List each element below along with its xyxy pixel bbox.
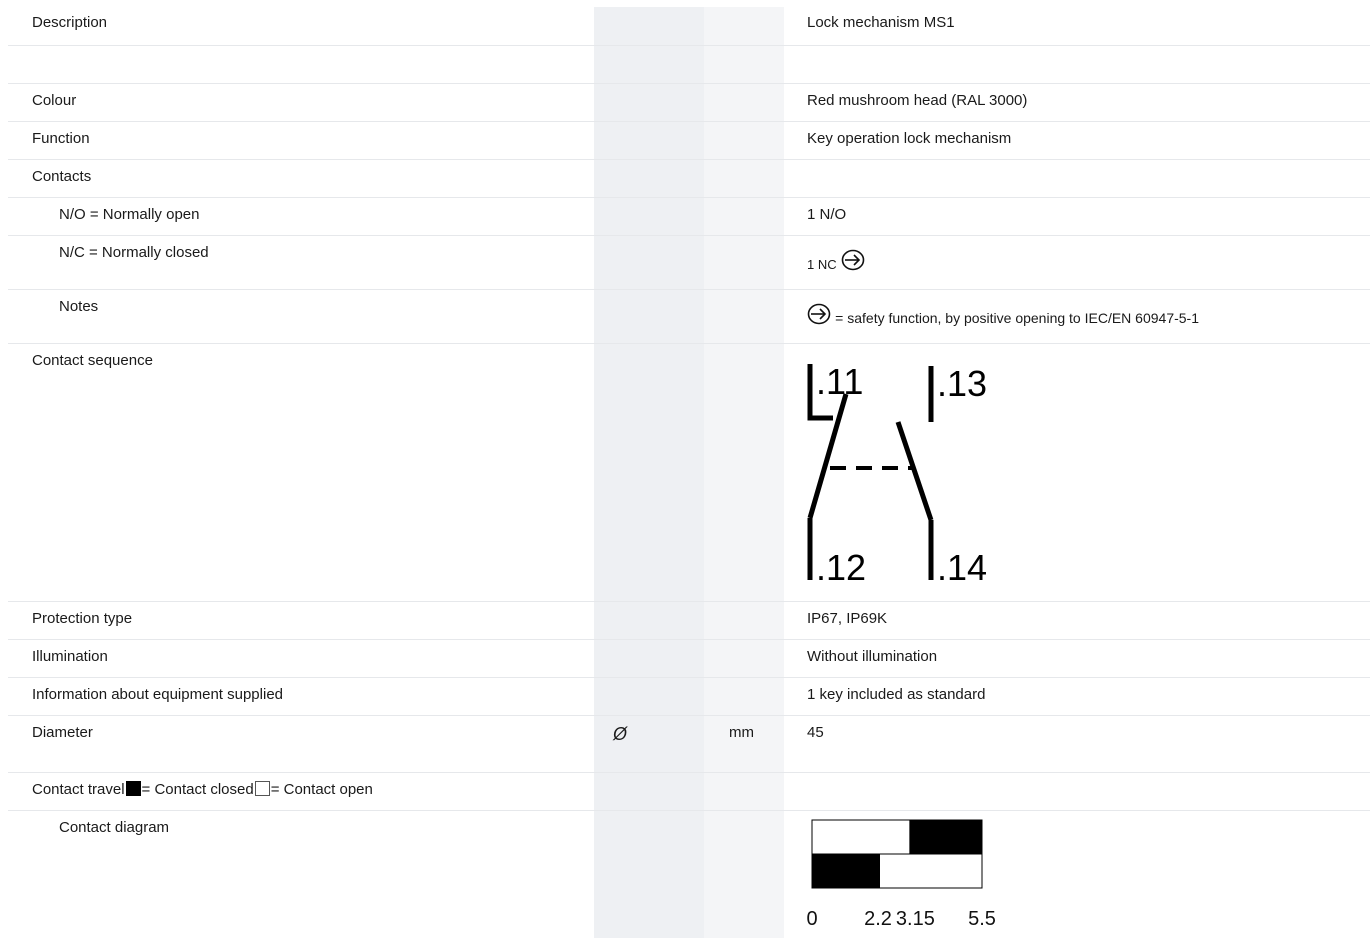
row-label: Notes: [59, 298, 99, 315]
contact-sequence-diagram: .11 .13 .12 .14: [807, 361, 987, 588]
row-label: Information about equipment supplied: [32, 686, 284, 703]
row-label: Contact sequence: [32, 352, 153, 369]
travel-tick-label: 5.5: [968, 908, 996, 930]
row-label: Description: [32, 14, 108, 31]
terminal-label: .13: [937, 363, 987, 404]
travel-tick-label: 3.15: [896, 908, 935, 930]
row-label: N/C = Normally closed: [59, 244, 209, 261]
terminal-label: .11: [816, 361, 863, 402]
row-illumination: Illumination Without illumination: [8, 640, 1370, 678]
row-label: Contacts: [32, 168, 92, 185]
spec-table: Description Lock mechanism MS1 Colour Re…: [8, 7, 1370, 938]
row-notes: Notes = safety function, by positive ope…: [8, 290, 1370, 344]
closed-legend-swatch: [125, 781, 141, 796]
contact-travel-diagram: 0 2.2 3.15 5.5: [806, 819, 996, 930]
row-label: Illumination: [32, 648, 108, 665]
row-value: 1 key included as standard: [807, 686, 986, 703]
row-label: Function: [32, 130, 90, 147]
row-value: IP67, IP69K: [807, 610, 888, 627]
open-legend-text: = Contact open: [270, 781, 373, 798]
row-contact-travel: Contact travel = Contact closed = Contact …: [8, 773, 1370, 811]
row-empty: [8, 46, 1370, 84]
top-contact-closed-bar: [909, 820, 982, 854]
travel-tick-label: 0: [806, 908, 817, 930]
closed-legend-text: = Contact closed: [141, 781, 254, 798]
terminal-label: .12: [816, 547, 866, 588]
travel-label: Contact travel: [32, 781, 125, 798]
row-protection-type: Protection type IP67, IP69K: [8, 602, 1370, 640]
row-value: 1 NC: [807, 236, 865, 274]
row-colour: Colour Red mushroom head (RAL 3000): [8, 84, 1370, 122]
row-value: 1 N/O: [807, 206, 847, 223]
row-diameter: Diameter Ø mm 45: [8, 716, 1370, 773]
row-normally-open: N/O = Normally open 1 N/O: [8, 198, 1370, 236]
row-value: 45: [807, 724, 824, 741]
bottom-contact-closed-bar: [812, 854, 880, 888]
no-blade: [895, 421, 934, 521]
row-equipment-supplied: Information about equipment supplied 1 k…: [8, 678, 1370, 716]
row-description: Description Lock mechanism MS1: [8, 7, 1370, 46]
row-label: Colour: [32, 92, 77, 109]
row-label: N/O = Normally open: [59, 206, 200, 223]
row-label: Diameter: [32, 724, 93, 741]
circle-arrow-icon: [841, 249, 865, 271]
row-label: Contact travel = Contact closed = Contact …: [32, 773, 373, 799]
row-contacts: Contacts: [8, 160, 1370, 198]
travel-tick-label: 2.2: [864, 908, 892, 930]
row-function: Function Key operation lock mechanism: [8, 122, 1370, 160]
nc-value-text: 1 NC: [807, 257, 837, 272]
nc-blade: [807, 393, 849, 519]
row-contact-sequence: Contact sequence .11 .13 .12 .14: [8, 344, 1370, 602]
row-value: = safety function, by positive opening t…: [807, 290, 1199, 328]
unit-label: mm: [729, 724, 754, 741]
row-value: Without illumination: [807, 648, 938, 665]
row-value: Key operation lock mechanism: [807, 130, 1012, 147]
row-contact-diagram: Contact diagram 0 2.2 3.15 5.5: [8, 811, 1370, 938]
terminal-label: .14: [937, 547, 987, 588]
circle-arrow-icon: [807, 303, 831, 325]
row-value: Lock mechanism MS1: [807, 14, 955, 31]
row-normally-closed: N/C = Normally closed 1 NC: [8, 236, 1370, 290]
row-label: Contact diagram: [59, 819, 170, 836]
notes-text: = safety function, by positive opening t…: [835, 310, 1200, 326]
row-label: Protection type: [32, 610, 133, 627]
open-legend-swatch: [254, 781, 270, 796]
row-value: Red mushroom head (RAL 3000): [807, 92, 1028, 109]
diameter-symbol: Ø: [613, 724, 628, 744]
